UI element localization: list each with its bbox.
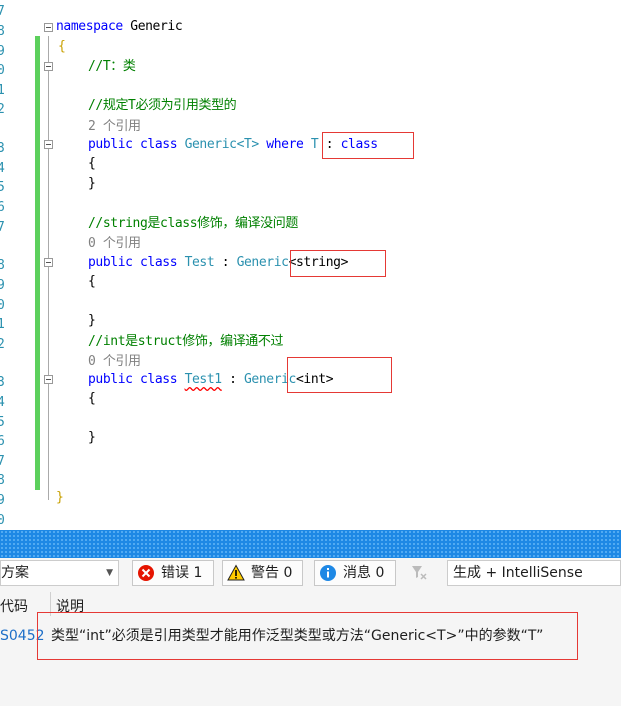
collapse-toggle-icon[interactable] (44, 140, 53, 149)
line-number: 0 (0, 513, 5, 528)
keyword: where (266, 137, 304, 152)
highlight-box (37, 612, 578, 660)
keyword: class (140, 372, 178, 387)
error-icon (138, 565, 154, 581)
brace: } (88, 430, 96, 445)
line-number: 9 (0, 493, 5, 508)
comment: //规定T必须为引用类型的 (88, 98, 237, 113)
warning-icon (227, 564, 245, 581)
collapse-toggle-icon[interactable] (44, 23, 53, 32)
panel-splitter[interactable] (0, 530, 621, 558)
errors-count-label: 错误 1 (161, 565, 203, 581)
keyword: public (88, 255, 133, 270)
line-number: 6 (0, 434, 5, 449)
code-editor[interactable]: 7 8 9 0 1 2 3 4 5 6 7 8 9 0 1 2 3 4 5 6 … (0, 0, 621, 530)
messages-filter-button[interactable]: 消息 0 (314, 560, 396, 586)
highlight-box (287, 357, 392, 393)
line-number: 1 (0, 83, 5, 98)
type-name: Generic<T> (184, 137, 260, 152)
keyword: namespace (56, 19, 123, 34)
line-number: 9 (0, 44, 5, 59)
type-name: Test (184, 255, 215, 270)
colon: : (214, 255, 237, 270)
chevron-down-icon: ▼ (106, 568, 113, 578)
filter-icon[interactable] (406, 560, 432, 586)
keyword: public (88, 372, 133, 387)
messages-count-label: 消息 0 (343, 565, 385, 581)
error-list-panel: 方案 ▼ 错误 1 警告 0 消息 0 生成 + IntelliSense 代码… (0, 558, 621, 706)
warnings-filter-button[interactable]: 警告 0 (222, 560, 303, 586)
brace: } (88, 176, 96, 191)
scope-dropdown[interactable]: 方案 ▼ (0, 560, 119, 586)
line-number: 0 (0, 63, 5, 78)
line-number: 0 (0, 298, 5, 313)
line-number: 8 (0, 258, 5, 273)
line-number: 7 (0, 454, 5, 469)
brace: { (88, 274, 96, 289)
line-number: 9 (0, 278, 5, 293)
line-number: 5 (0, 180, 5, 195)
keyword: class (140, 137, 178, 152)
keyword: public (88, 137, 133, 152)
line-number: 2 (0, 337, 5, 352)
build-source-dropdown[interactable]: 生成 + IntelliSense (447, 560, 621, 586)
line-number: 5 (0, 415, 5, 430)
brace: } (88, 313, 96, 328)
codelens-references[interactable]: 2 个引用 (88, 117, 141, 137)
collapse-toggle-icon[interactable] (44, 258, 53, 267)
comment: //T：类 (88, 59, 136, 74)
line-number: 7 (0, 220, 5, 235)
build-source-value: 生成 + IntelliSense (453, 565, 583, 581)
namespace-name: Generic (130, 19, 183, 34)
line-number: 6 (0, 200, 5, 215)
highlight-box (322, 132, 414, 159)
codelens-references[interactable]: 0 个引用 (88, 234, 141, 254)
line-number: 3 (0, 141, 5, 156)
info-icon (320, 565, 336, 581)
line-number: 8 (0, 24, 5, 39)
scope-value: 方案 (1, 565, 29, 581)
comment: //string是class修饰，编译没问题 (88, 216, 298, 231)
brace: { (88, 156, 96, 171)
brace: } (56, 490, 64, 505)
brace: { (88, 391, 96, 406)
line-number: 7 (0, 4, 5, 19)
outline-guide (48, 36, 49, 500)
namespace-line: namespace Generic (56, 17, 183, 37)
line-number: 1 (0, 317, 5, 332)
change-indicator-bar (35, 36, 40, 490)
errors-filter-button[interactable]: 错误 1 (132, 560, 214, 586)
collapse-toggle-icon[interactable] (44, 62, 53, 71)
column-header-code[interactable]: 代码 (0, 596, 28, 616)
keyword: class (140, 255, 178, 270)
type-name: Generic (236, 255, 289, 270)
collapse-toggle-icon[interactable] (44, 375, 53, 384)
line-number: 2 (0, 102, 5, 117)
comment: //int是struct修饰，编译通不过 (88, 334, 284, 349)
codelens-references[interactable]: 0 个引用 (88, 352, 141, 372)
line-number: 8 (0, 473, 5, 488)
line-number: 3 (0, 375, 5, 390)
brace: { (58, 39, 66, 54)
type-name-error[interactable]: Test1 (185, 372, 223, 387)
line-number: 4 (0, 161, 5, 176)
colon: : (221, 372, 244, 387)
warnings-count-label: 警告 0 (251, 565, 293, 581)
highlight-box (290, 250, 386, 277)
line-number: 4 (0, 395, 5, 410)
